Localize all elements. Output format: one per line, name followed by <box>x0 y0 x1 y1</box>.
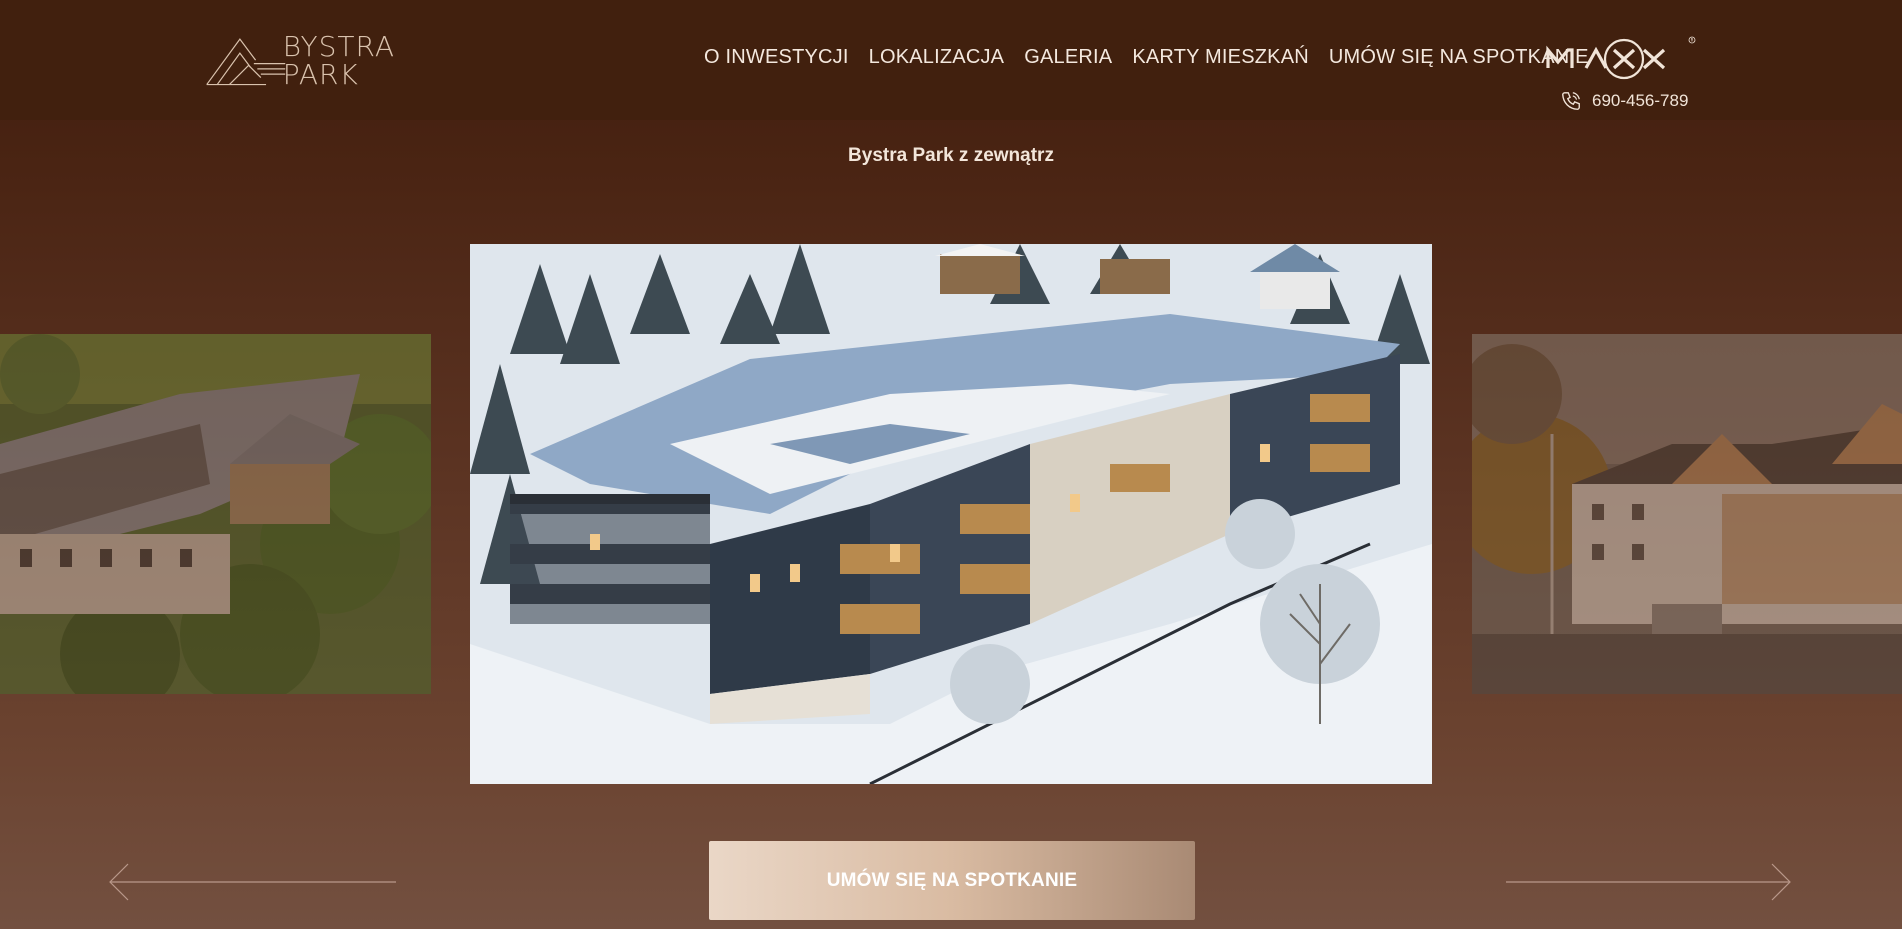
arrow-right-icon <box>1506 863 1791 901</box>
nav-item-lokalizacja[interactable]: LOKALIZACJA <box>869 46 1005 69</box>
phone-number[interactable]: 690-456-789 <box>1592 91 1688 111</box>
phone-icon <box>1562 92 1580 110</box>
gallery-slide-active[interactable] <box>470 244 1432 784</box>
bystra-park-logo[interactable]: BYSTRA PARK <box>205 30 395 92</box>
arrow-left-icon <box>109 863 396 901</box>
gallery-slide-previous[interactable] <box>0 334 431 694</box>
mountain-logo-icon <box>206 38 286 86</box>
phone-contact[interactable]: 690-456-789 <box>1560 90 1688 112</box>
nav-item-galeria[interactable]: GALERIA <box>1024 46 1112 69</box>
site-header: BYSTRA PARK O INWESTYCJI LOKALIZACJA GAL… <box>0 0 1902 120</box>
logo-wordmark: BYSTRA PARK <box>283 33 395 89</box>
svg-text:R: R <box>1691 38 1694 43</box>
autumn-street-image <box>1472 334 1902 694</box>
gallery-prev-button[interactable] <box>108 862 398 902</box>
maxx-developer-logo[interactable]: R <box>1546 36 1696 82</box>
gallery-next-button[interactable] <box>1506 862 1792 902</box>
summer-aerial-image <box>0 334 431 694</box>
logo-line-1: BYSTRA <box>282 30 395 63</box>
nav-item-o-inwestycji[interactable]: O INWESTYCJI <box>704 46 849 69</box>
maxx-logo-icon: R <box>1546 36 1696 80</box>
main-nav: O INWESTYCJI LOKALIZACJA GALERIA KARTY M… <box>704 46 1589 69</box>
gallery-slide-next[interactable] <box>1472 334 1902 694</box>
book-meeting-button[interactable]: UMÓW SIĘ NA SPOTKANIE <box>709 841 1195 920</box>
logo-line-2: PARK <box>282 58 359 91</box>
winter-aerial-image <box>470 244 1432 784</box>
gallery-title: Bystra Park z zewnątrz <box>848 145 1054 166</box>
nav-item-karty-mieszkan[interactable]: KARTY MIESZKAŃ <box>1132 46 1309 69</box>
